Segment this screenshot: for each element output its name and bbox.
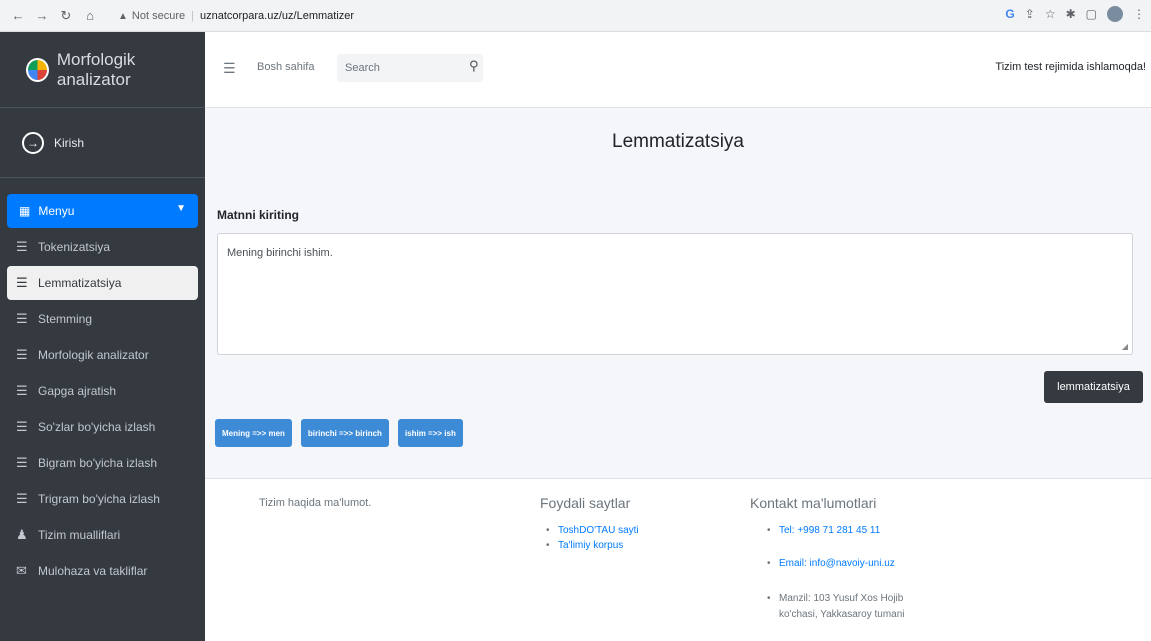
extensions-icon[interactable]: ✱	[1066, 7, 1076, 21]
sign-in-icon: →	[22, 131, 44, 154]
footer-link-korpus[interactable]: Ta'limiy korpus	[544, 540, 639, 551]
input-label: Matnni kiriting	[217, 208, 299, 222]
security-label: Not secure	[131, 10, 186, 22]
sidebar-item-label: Lemmatizatsiya	[38, 276, 122, 290]
menu-toggle[interactable]: ▦ Menyu ▼	[7, 194, 198, 228]
sidebar-item-tizim-mualliflari[interactable]: ♟ Tizim mualliflari	[7, 518, 198, 552]
sidebar-item-sozlar-izlash[interactable]: ☰ So'zlar bo'yicha izlash	[7, 410, 198, 444]
sidebar-item-stemming[interactable]: ☰ Stemming	[7, 302, 198, 336]
more-options-icon[interactable]: ⋮	[1133, 7, 1145, 21]
user-icon: ♟	[16, 527, 28, 542]
page-title: Lemmatizatsiya	[612, 131, 744, 152]
sidebar-menu: ▦ Menyu ▼ ☰ Tokenizatsiya ☰ Lemmatizatsi…	[0, 194, 205, 588]
system-status-text: Tizim test rejimida ishlamoqda!	[995, 61, 1146, 73]
forward-arrow-icon[interactable]: →	[32, 6, 52, 26]
list-icon: ☰	[16, 491, 28, 506]
sidebar-item-tokenizatsiya[interactable]: ☰ Tokenizatsiya	[7, 230, 198, 264]
brand-title: Morfologik analizator	[56, 49, 136, 89]
footer-link-toshdotau[interactable]: ToshDO'TAU sayti	[544, 525, 639, 536]
sidebar-item-morfologik-analizator[interactable]: ☰ Morfologik analizator	[7, 338, 198, 372]
hamburger-menu-icon[interactable]: ☰	[223, 60, 236, 77]
sidebar-item-trigram-izlash[interactable]: ☰ Trigram bo'yicha izlash	[7, 482, 198, 516]
sidebar-item-label: Morfologik analizator	[38, 348, 149, 362]
url-text: uznatcorpara.uz/uz/Lemmatizer	[199, 10, 355, 22]
list-icon: ☰	[16, 419, 28, 434]
home-icon[interactable]: ⌂	[80, 6, 100, 26]
menu-label: Menyu	[38, 204, 75, 218]
search-input[interactable]: Search	[337, 54, 483, 82]
sidebar-item-label: Tokenizatsiya	[38, 240, 111, 254]
brand-logo-icon	[26, 57, 49, 82]
lemma-result-tag[interactable]: ishim =>> ish	[397, 419, 463, 447]
sidebar-item-gapga-ajratish[interactable]: ☰ Gapga ajratish	[7, 374, 198, 408]
reload-icon[interactable]: ↻	[56, 6, 76, 26]
sidebar-item-label: Stemming	[38, 312, 93, 326]
list-icon: ☰	[16, 347, 28, 362]
lemma-result-tag[interactable]: Mening =>> men	[215, 419, 292, 447]
profile-avatar[interactable]	[1107, 6, 1123, 22]
text-input-value: Mening birinchi ishim.	[227, 247, 333, 259]
lemma-result-tag[interactable]: birinchi =>> birinch	[300, 419, 389, 447]
sidebar-item-label: Bigram bo'yicha izlash	[38, 456, 158, 470]
bookmark-star-icon[interactable]: ☆	[1045, 7, 1056, 21]
back-arrow-icon[interactable]: ←	[8, 6, 28, 26]
footer-contacts-list: Tel: +998 71 281 45 11 Email: info@navoi…	[765, 525, 940, 623]
sidebar-item-bigram-izlash[interactable]: ☰ Bigram bo'yicha izlash	[7, 446, 198, 480]
chevron-down-icon: ▼	[176, 203, 186, 214]
sidebar: Morfologik analizator → Kirish ▦ Menyu ▼…	[0, 32, 205, 641]
footer-about-text: Tizim haqida ma'lumot.	[259, 497, 372, 509]
menu-icon: ▦	[19, 204, 31, 218]
brand-link[interactable]: Morfologik analizator	[0, 32, 205, 108]
warning-icon: ▲	[118, 10, 128, 22]
list-icon: ☰	[16, 311, 28, 326]
sidebar-item-label: Tizim mualliflari	[38, 528, 121, 542]
sidebar-item-label: Mulohaza va takliflar	[38, 564, 148, 578]
sidebar-item-label: Gapga ajratish	[38, 384, 117, 398]
list-icon: ☰	[16, 239, 28, 254]
footer-email-link[interactable]: Email: info@navoiy-uni.uz	[765, 558, 940, 569]
google-icon[interactable]: G	[1005, 7, 1014, 21]
resize-handle-icon[interactable]: ◢	[1122, 342, 1128, 351]
side-panel-icon[interactable]: ▢	[1086, 7, 1097, 21]
browser-toolbar: ← → ↻ ⌂ ▲ Not secure | uznatcorpara.uz/u…	[0, 0, 1151, 32]
footer-links-title: Foydali saytlar	[540, 495, 631, 511]
footer-address-text: Manzil: 103 Yusuf Xos Hojib ko'chasi, Ya…	[765, 591, 940, 623]
list-icon: ☰	[16, 455, 28, 470]
sidebar-item-label: Trigram bo'yicha izlash	[38, 492, 160, 506]
footer-phone-link[interactable]: Tel: +998 71 281 45 11	[765, 525, 940, 536]
main-content: Lemmatizatsiya Matnni kiriting Mening bi…	[205, 108, 1151, 478]
list-icon: ☰	[16, 275, 28, 290]
login-label: Kirish	[54, 135, 85, 150]
login-link[interactable]: → Kirish	[0, 108, 205, 178]
lemmatize-button[interactable]: lemmatizatsiya	[1044, 371, 1143, 403]
search-icon[interactable]: ⚲	[469, 58, 479, 74]
lemma-results: Mening =>> men birinchi =>> birinch ishi…	[215, 419, 463, 447]
home-link[interactable]: Bosh sahifa	[257, 61, 314, 73]
list-icon: ☰	[16, 383, 28, 398]
footer-contacts-title: Kontakt ma'lumotlari	[750, 495, 877, 511]
sidebar-item-label: So'zlar bo'yicha izlash	[38, 420, 156, 434]
address-bar[interactable]: ▲ Not secure | uznatcorpara.uz/uz/Lemmat…	[118, 5, 978, 27]
footer-links-list: ToshDO'TAU sayti Ta'limiy korpus	[544, 525, 639, 551]
sidebar-item-lemmatizatsiya[interactable]: ☰ Lemmatizatsiya	[7, 266, 198, 300]
footer: Tizim haqida ma'lumot. Foydali saytlar T…	[205, 478, 1151, 641]
text-input-area[interactable]: Mening birinchi ishim. ◢	[217, 233, 1133, 355]
share-icon[interactable]: ⇪	[1025, 7, 1035, 21]
comments-icon: ✉	[16, 563, 27, 578]
sidebar-item-mulohaza[interactable]: ✉ Mulohaza va takliflar	[7, 554, 198, 588]
top-navbar: ☰ Bosh sahifa Search ⚲ Tizim test rejimi…	[205, 32, 1151, 108]
browser-actions: G ⇪ ☆ ✱ ▢ ⋮	[1005, 6, 1145, 22]
address-separator: |	[191, 10, 194, 22]
